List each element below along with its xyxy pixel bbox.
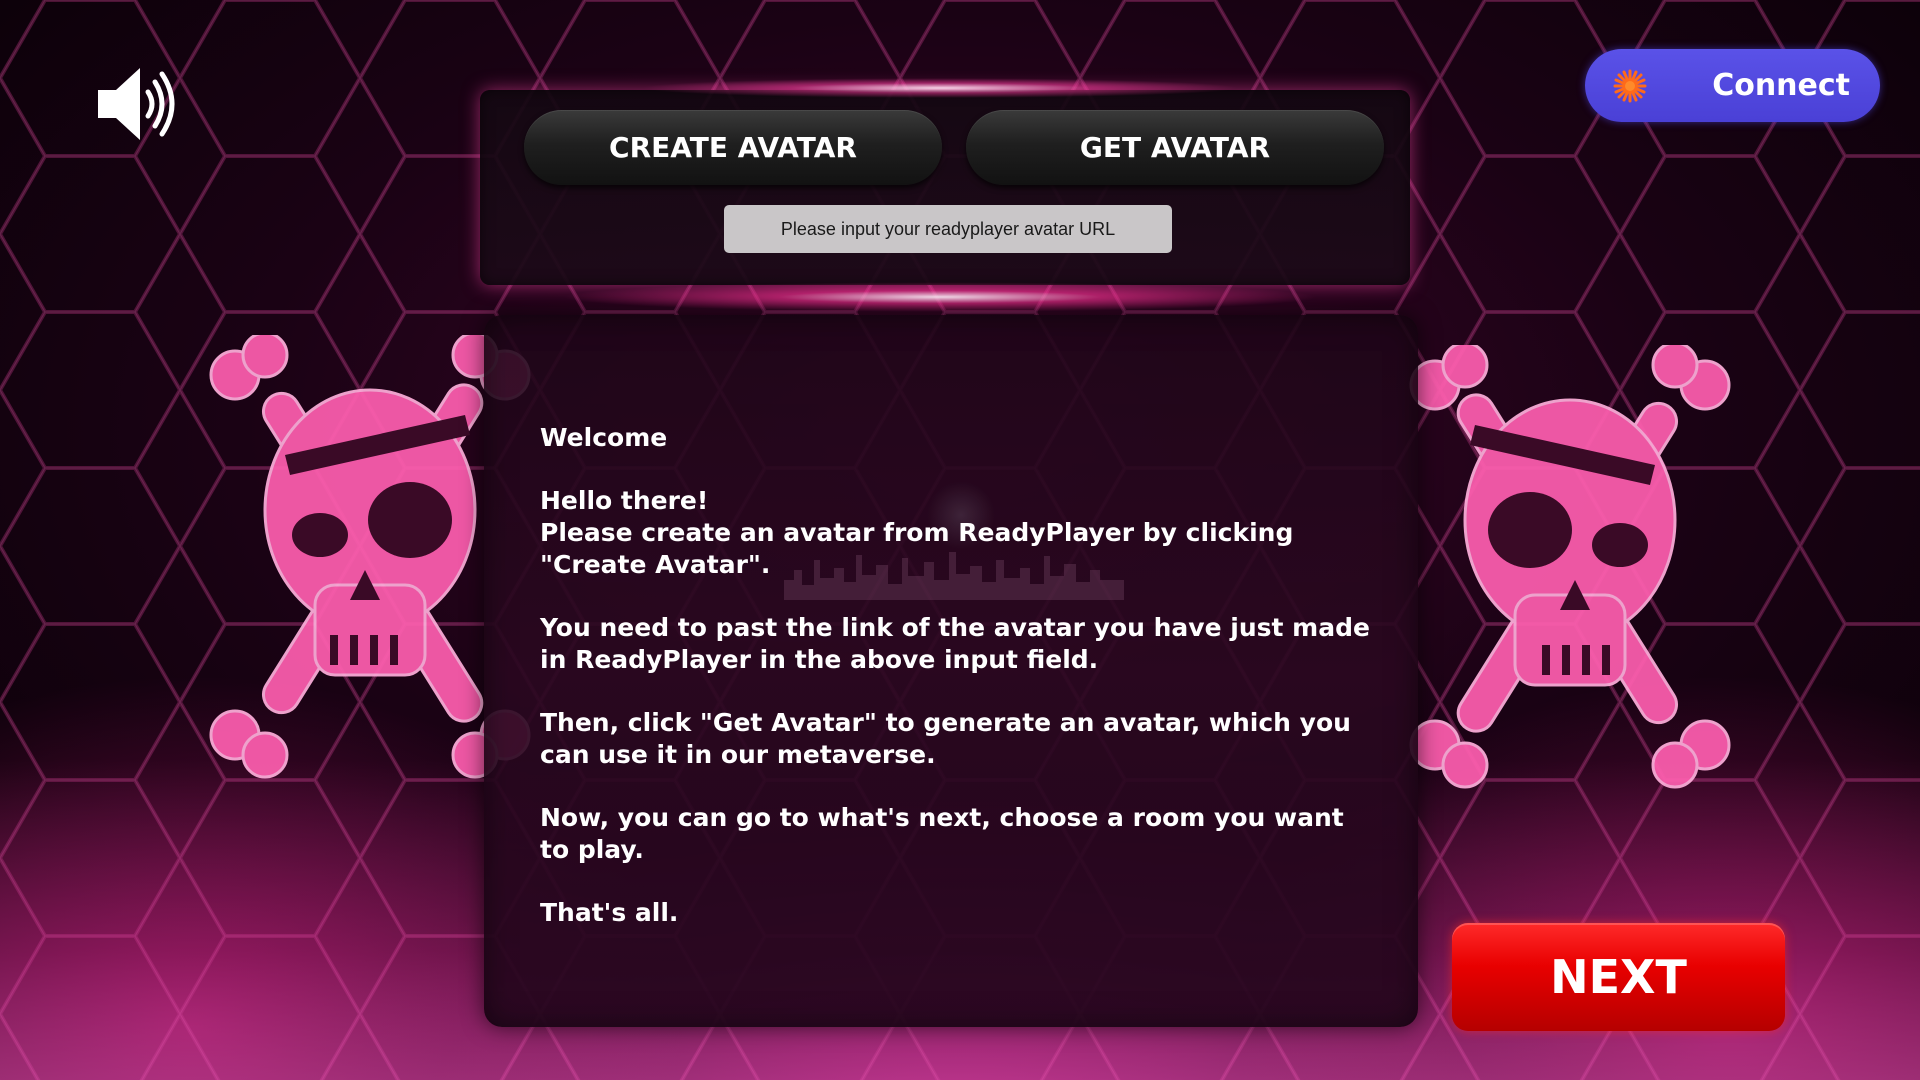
create-avatar-button[interactable]: CREATE AVATAR: [524, 110, 942, 185]
message-closing: That's all.: [540, 898, 679, 927]
message-step-get: Then, click "Get Avatar" to generate an …: [540, 708, 1351, 769]
message-greeting: Hello there! Please create an avatar fro…: [540, 486, 1294, 579]
get-avatar-button[interactable]: GET AVATAR: [966, 110, 1384, 185]
pirate-skull-icon: [1409, 345, 1731, 789]
welcome-message: Welcome Hello there! Please create an av…: [540, 422, 1370, 960]
connect-wallet-button[interactable]: Connect: [1585, 49, 1880, 122]
message-step-paste: You need to past the link of the avatar …: [540, 613, 1370, 674]
avatar-url-input[interactable]: [724, 205, 1172, 253]
panel-top-light: [640, 78, 1240, 98]
message-title: Welcome: [540, 423, 668, 452]
message-step-next: Now, you can go to what's next, choose a…: [540, 803, 1344, 864]
sun-burst-icon: [1613, 69, 1647, 103]
connect-label: Connect: [1712, 68, 1850, 103]
panel-divider-light: [560, 282, 1320, 312]
game-screen: Connect CREATE AVATAR GET AVATAR Welcome…: [0, 0, 1920, 1080]
next-button[interactable]: NEXT: [1452, 923, 1785, 1031]
speaker-volume-icon[interactable]: [96, 64, 176, 144]
